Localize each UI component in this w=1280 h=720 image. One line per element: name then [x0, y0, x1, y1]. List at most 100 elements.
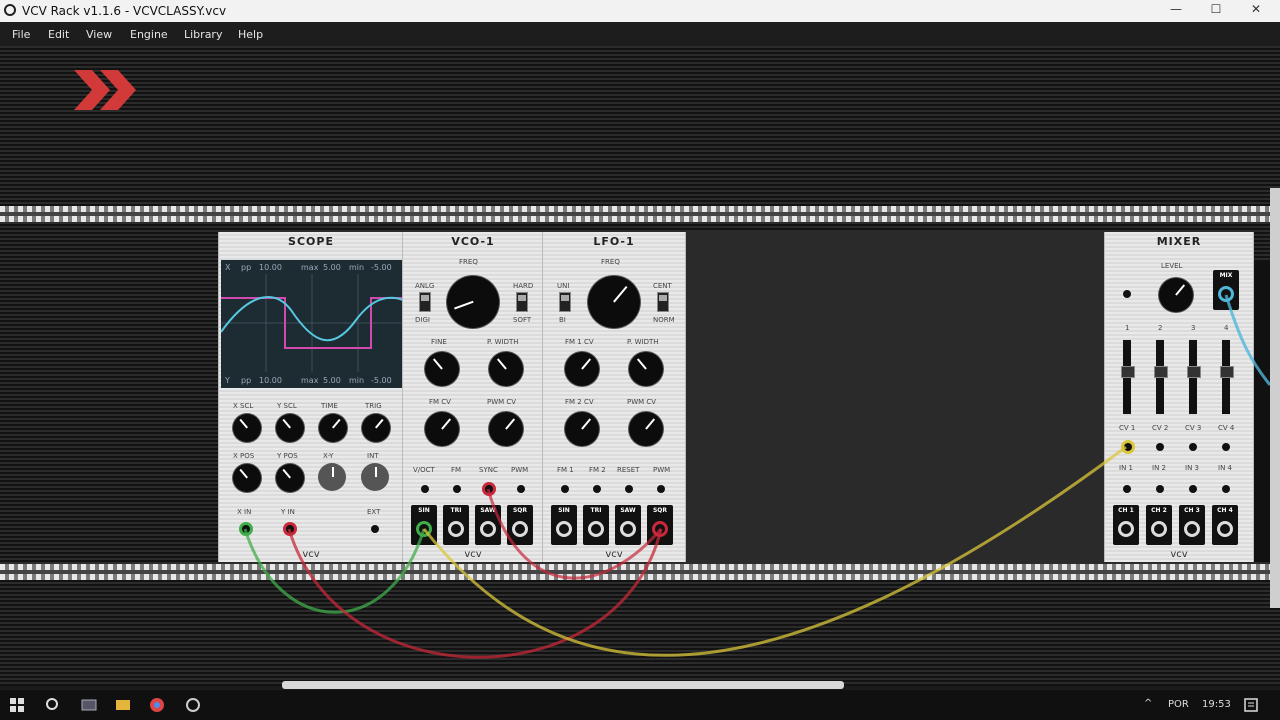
x-y-button[interactable] — [319, 464, 345, 490]
mixer-level-knob[interactable] — [1159, 278, 1193, 312]
mixer-in2-input[interactable] — [1156, 485, 1164, 493]
mixer-mix-jack[interactable] — [1218, 286, 1234, 302]
vcv-rack-taskbar-icon[interactable] — [184, 696, 202, 714]
mixer-cv1-input[interactable] — [1121, 440, 1135, 454]
vco1-sqr-output[interactable]: SQR — [507, 505, 533, 545]
chevron-up-icon[interactable]: ^ — [1144, 698, 1152, 709]
mixer-ch2-jack[interactable] — [1151, 521, 1167, 537]
partial-module[interactable] — [1254, 262, 1270, 562]
vco1-tri-output[interactable]: TRI — [443, 505, 469, 545]
x-input-port[interactable] — [239, 522, 253, 536]
lfo1-fm1-cv-knob[interactable] — [565, 352, 599, 386]
vco1-pulse-width-knob[interactable] — [489, 352, 523, 386]
lfo1-sin-output[interactable]: SIN — [551, 505, 577, 545]
lfo1-freq-knob[interactable] — [588, 276, 640, 328]
vco1-sync-input[interactable] — [482, 482, 496, 496]
mixer-mix-cv-input[interactable] — [1123, 290, 1131, 298]
vco1-pwm-cv-knob[interactable] — [489, 412, 523, 446]
mixer-cv4-input[interactable] — [1222, 443, 1230, 451]
vco1-voct-input[interactable] — [421, 485, 429, 493]
mixer-ch3-output[interactable]: CH 3 — [1179, 505, 1205, 545]
lfo1-pwm-cv-knob[interactable] — [629, 412, 663, 446]
x-position-knob[interactable] — [233, 464, 261, 492]
mixer-ch1-output[interactable]: CH 1 — [1113, 505, 1139, 545]
lfo1-pulse-width-knob[interactable] — [629, 352, 663, 386]
vco1-sin-jack[interactable] — [416, 521, 432, 537]
vco1-fm-cv-knob[interactable] — [425, 412, 459, 446]
maximize-button[interactable]: ☐ — [1196, 2, 1236, 16]
trigger-knob[interactable] — [362, 414, 390, 442]
menu-library[interactable]: Library — [184, 28, 222, 41]
horizontal-scrollbar[interactable] — [282, 681, 844, 689]
vco1-saw-jack[interactable] — [480, 521, 496, 537]
close-button[interactable]: ✕ — [1236, 2, 1276, 16]
menu-help[interactable]: Help — [238, 28, 263, 41]
internal-trigger-button[interactable] — [362, 464, 388, 490]
y-position-knob[interactable] — [276, 464, 304, 492]
mixer-ch2-output[interactable]: CH 2 — [1146, 505, 1172, 545]
search-icon[interactable] — [44, 696, 62, 714]
vco1-sync-switch[interactable] — [516, 292, 528, 312]
empty-rack-space[interactable] — [684, 232, 1104, 562]
x-scale-knob[interactable] — [233, 414, 261, 442]
vco1-tri-jack[interactable] — [448, 521, 464, 537]
mixer-cv3-input[interactable] — [1189, 443, 1197, 451]
lfo1-saw-jack[interactable] — [620, 521, 636, 537]
lfo1-reset-input[interactable] — [625, 485, 633, 493]
vco1-analog-digital-switch[interactable] — [419, 292, 431, 312]
mixer-ch4-output[interactable]: CH 4 — [1212, 505, 1238, 545]
mixer-cv2-input[interactable] — [1156, 443, 1164, 451]
scope-module[interactable]: SCOPE X pp 10.00 max 5.00 min -5.00 Y pp… — [218, 232, 404, 562]
menu-edit[interactable]: Edit — [48, 28, 69, 41]
mixer-in4-input[interactable] — [1222, 485, 1230, 493]
fader-handle[interactable] — [1154, 366, 1168, 378]
lfo1-polarity-switch[interactable] — [559, 292, 571, 312]
fader-handle[interactable] — [1187, 366, 1201, 378]
clock[interactable]: 19:53 — [1202, 699, 1231, 710]
lfo1-pwm-input[interactable] — [657, 485, 665, 493]
y-input-port[interactable] — [283, 522, 297, 536]
vco1-freq-knob[interactable] — [447, 276, 499, 328]
lfo1-sqr-jack[interactable] — [652, 521, 668, 537]
mixer-ch1-jack[interactable] — [1118, 521, 1134, 537]
lfo1-tri-output[interactable]: TRI — [583, 505, 609, 545]
vco1-fine-knob[interactable] — [425, 352, 459, 386]
minimize-button[interactable]: — — [1156, 2, 1196, 16]
chrome-icon[interactable] — [148, 696, 166, 714]
windows-start-icon[interactable] — [8, 696, 26, 714]
lfo1-offset-switch[interactable] — [657, 292, 669, 312]
vco1-sin-output[interactable]: SIN — [411, 505, 437, 545]
vco1-saw-output[interactable]: SAW — [475, 505, 501, 545]
menu-engine[interactable]: Engine — [130, 28, 168, 41]
lfo1-saw-output[interactable]: SAW — [615, 505, 641, 545]
mixer-ch4-jack[interactable] — [1217, 521, 1233, 537]
file-explorer-icon[interactable] — [114, 696, 132, 714]
time-knob[interactable] — [319, 414, 347, 442]
notifications-icon[interactable] — [1242, 696, 1260, 714]
lfo1-fm2-cv-knob[interactable] — [565, 412, 599, 446]
vertical-scrollbar[interactable] — [1270, 188, 1280, 608]
y-scale-knob[interactable] — [276, 414, 304, 442]
menu-view[interactable]: View — [86, 28, 112, 41]
fader-handle[interactable] — [1121, 366, 1135, 378]
vco1-sqr-jack[interactable] — [512, 521, 528, 537]
task-view-icon[interactable] — [80, 696, 98, 714]
vco1-pwm-input[interactable] — [517, 485, 525, 493]
mixer-module[interactable]: MIXER LEVEL MIX 1 2 3 4 CV 1 CV 2 CV 3 C… — [1104, 232, 1254, 562]
lfo1-module[interactable]: LFO-1 FREQ UNI BI CENT NORM FM 1 CV P. W… — [542, 232, 686, 562]
ext-trigger-port[interactable] — [371, 525, 379, 533]
keyboard-language[interactable]: POR — [1168, 699, 1189, 710]
vco1-fm-input[interactable] — [453, 485, 461, 493]
lfo1-tri-jack[interactable] — [588, 521, 604, 537]
lfo1-fm2-input[interactable] — [593, 485, 601, 493]
fader-handle[interactable] — [1220, 366, 1234, 378]
lfo1-fm1-input[interactable] — [561, 485, 569, 493]
mixer-in3-input[interactable] — [1189, 485, 1197, 493]
mixer-fader-1[interactable] — [1121, 340, 1135, 414]
lfo1-sin-jack[interactable] — [556, 521, 572, 537]
mixer-in1-input[interactable] — [1123, 485, 1131, 493]
vco1-module[interactable]: VCO-1 FREQ ANLG DIGI HARD SOFT FINE P. W… — [402, 232, 544, 562]
menu-file[interactable]: File — [12, 28, 30, 41]
mixer-fader-3[interactable] — [1187, 340, 1201, 414]
lfo1-sqr-output[interactable]: SQR — [647, 505, 673, 545]
